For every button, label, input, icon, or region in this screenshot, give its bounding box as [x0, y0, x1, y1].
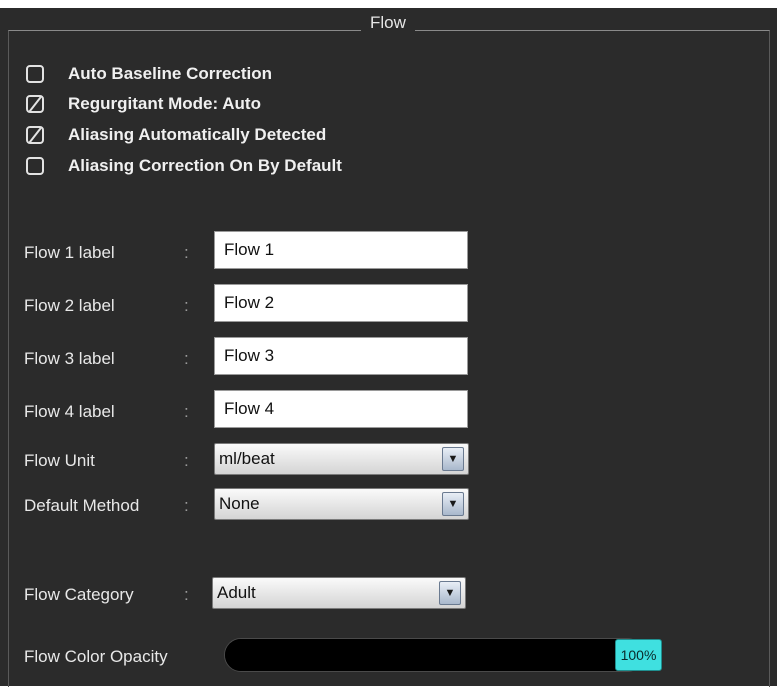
regurgitant-mode-checkbox[interactable]	[26, 95, 44, 113]
default-method-value: None	[219, 494, 260, 513]
auto-baseline-correction-row[interactable]: Auto Baseline Correction	[26, 63, 272, 85]
flow-1-colon: :	[184, 243, 189, 262]
flow-category-colon: :	[184, 585, 189, 604]
flow-3-label: Flow 3 label	[24, 349, 115, 368]
flow-unit-label: Flow Unit	[24, 451, 95, 470]
flow-group-title: Flow	[361, 13, 415, 33]
flow-2-input[interactable]	[214, 284, 468, 322]
flow-4-input[interactable]	[214, 390, 468, 428]
flow-unit-select[interactable]: ml/beat ▼	[214, 443, 469, 475]
dropdown-arrow-icon[interactable]: ▼	[439, 581, 461, 605]
auto-baseline-correction-checkbox[interactable]	[26, 65, 44, 83]
flow-category-label: Flow Category	[24, 585, 134, 604]
aliasing-detected-checkbox[interactable]	[26, 126, 44, 144]
auto-baseline-correction-label: Auto Baseline Correction	[68, 64, 273, 83]
flow-unit-value: ml/beat	[219, 449, 275, 468]
opacity-slider-fill	[225, 639, 643, 671]
flow-category-select[interactable]: Adult ▼	[212, 577, 466, 609]
opacity-slider-handle[interactable]: 100%	[615, 639, 662, 671]
flow-category-value: Adult	[217, 583, 256, 602]
flow-2-colon: :	[184, 296, 189, 315]
regurgitant-mode-label: Regurgitant Mode: Auto	[68, 94, 261, 113]
aliasing-detected-label: Aliasing Automatically Detected	[68, 125, 327, 144]
regurgitant-mode-row[interactable]: Regurgitant Mode: Auto	[26, 93, 261, 115]
flow-unit-colon: :	[184, 451, 189, 470]
flow-2-label: Flow 2 label	[24, 296, 115, 315]
default-method-select[interactable]: None ▼	[214, 488, 469, 520]
dropdown-arrow-icon[interactable]: ▼	[442, 447, 464, 471]
aliasing-correction-checkbox[interactable]	[26, 157, 44, 175]
aliasing-correction-row[interactable]: Aliasing Correction On By Default	[26, 155, 342, 177]
opacity-slider-track[interactable]	[224, 638, 644, 672]
default-method-colon: :	[184, 496, 189, 515]
flow-3-colon: :	[184, 349, 189, 368]
flow-4-colon: :	[184, 402, 189, 421]
flow-3-input[interactable]	[214, 337, 468, 375]
flow-1-label: Flow 1 label	[24, 243, 115, 262]
flow-4-label: Flow 4 label	[24, 402, 115, 421]
default-method-label: Default Method	[24, 496, 140, 515]
dropdown-arrow-icon[interactable]: ▼	[442, 492, 464, 516]
aliasing-correction-label: Aliasing Correction On By Default	[68, 156, 342, 175]
flow-color-opacity-label: Flow Color Opacity	[24, 647, 168, 666]
aliasing-detected-row[interactable]: Aliasing Automatically Detected	[26, 124, 326, 146]
flow-1-input[interactable]	[214, 231, 468, 269]
